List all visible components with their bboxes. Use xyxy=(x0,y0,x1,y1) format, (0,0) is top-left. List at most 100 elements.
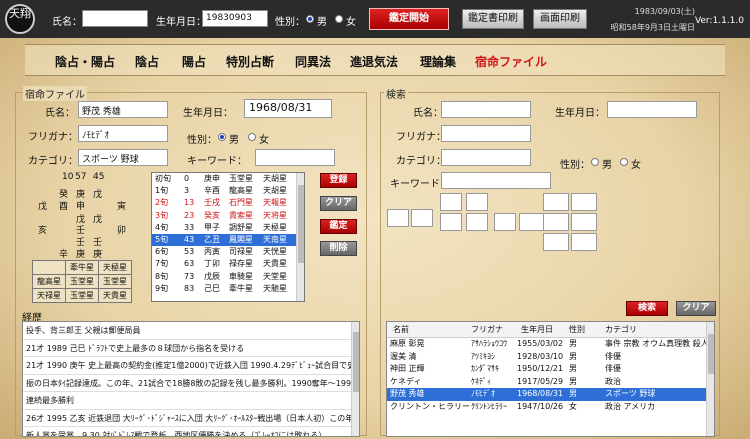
search-star-box[interactable] xyxy=(571,193,597,211)
luck-period: 2旬 xyxy=(155,198,169,208)
col-header-sex[interactable]: 性別 xyxy=(569,322,585,337)
sex-female-radio[interactable] xyxy=(335,15,343,23)
search-clear-button[interactable]: クリア xyxy=(676,301,716,316)
menu-item-shintai[interactable]: 進退気法 xyxy=(350,53,398,70)
luck-row[interactable]: 1旬 3 辛酉 龍高星 天胡星 xyxy=(152,185,304,197)
col-header-name[interactable]: 名前 xyxy=(393,322,409,337)
search-sex-female-label: 女 xyxy=(631,160,641,171)
search-name-input[interactable] xyxy=(441,101,531,118)
menu-item-fate-file[interactable]: 宿命ファイル xyxy=(475,53,547,70)
star-table-row: 天禄星 玉堂星 天貴星 xyxy=(32,288,132,303)
menu-item-theory[interactable]: 理論集 xyxy=(420,53,456,70)
search-sex-male-radio[interactable] xyxy=(591,158,599,166)
result-row[interactable]: 神田 正輝 ｶﾝﾀﾞﾏｻｷ 1950/12/21 男 俳優 xyxy=(387,363,714,376)
luck-scrollbar[interactable] xyxy=(296,173,304,301)
search-star-box[interactable] xyxy=(543,213,569,231)
file-sex-male-radio[interactable] xyxy=(218,133,226,141)
search-furigana-input[interactable] xyxy=(441,125,531,142)
luck-row[interactable]: 2旬 13 壬戌 石門星 天報星 xyxy=(152,197,304,209)
delete-button[interactable]: 削除 xyxy=(320,241,357,256)
search-pillar-box[interactable] xyxy=(440,213,462,231)
file-name-input[interactable]: 野茂 秀雄 xyxy=(78,101,168,118)
search-pillar-box[interactable] xyxy=(466,213,488,231)
file-category-input[interactable]: スポーツ 野球 xyxy=(78,149,168,166)
results-scrollbar[interactable] xyxy=(706,322,714,436)
luck-row[interactable]: 9旬 83 己巳 牽牛星 天馳星 xyxy=(152,283,304,295)
search-birth-input[interactable] xyxy=(607,101,697,118)
file-sex-female-radio[interactable] xyxy=(248,133,256,141)
luck-star2: 天恍星 xyxy=(263,247,287,257)
result-birth: 1917/05/29 xyxy=(517,376,564,386)
luck-row[interactable]: 初旬 0 庚申 玉堂星 天胡星 xyxy=(152,173,304,185)
name-input[interactable] xyxy=(82,10,148,27)
search-pillar-box[interactable] xyxy=(440,193,462,211)
search-star-box[interactable] xyxy=(571,233,597,251)
search-pillar-box[interactable] xyxy=(411,209,433,227)
file-furigana-label: フリガナ： xyxy=(28,132,78,143)
luck-row-selected[interactable]: 5旬 43 乙丑 鳳閣星 天南星 xyxy=(152,233,304,247)
search-pillar-box[interactable] xyxy=(466,193,488,211)
luck-row[interactable]: 4旬 33 甲子 調舒星 天極星 xyxy=(152,222,304,234)
search-keyword-input[interactable] xyxy=(441,172,551,189)
star-table-row: 牽牛星 天極星 xyxy=(32,260,132,275)
sex-male-radio[interactable] xyxy=(306,15,314,23)
biography-memo[interactable]: 投手、背三郎王 父親は郵便局員 21才 1989 己巳 ﾄﾞﾗﾌﾄで史上最多の８… xyxy=(22,321,360,437)
memo-scrollbar-thumb[interactable] xyxy=(353,332,359,392)
result-row[interactable]: クリントン・ヒラリー ｸﾘﾝﾄﾝﾋﾗﾘｰ 1947/10/26 女 政治 アメリカ xyxy=(387,401,714,414)
search-star-box[interactable] xyxy=(571,213,597,231)
search-star-box[interactable] xyxy=(543,193,569,211)
file-birth-input[interactable]: 1968/08/31 xyxy=(244,99,332,118)
memo-line: 26才 1995 乙亥 近鉄退団 大ﾘｰｸﾞ･ﾄﾞｼﾞｬｰｽに入団 大ﾘｰｸﾞ･… xyxy=(23,410,359,427)
luck-kan: 庚申 xyxy=(204,174,220,183)
pillar-extra-3: 卯 xyxy=(117,226,127,236)
luck-scrollbar-thumb[interactable] xyxy=(298,185,304,263)
print-screen-button[interactable]: 画面印刷 xyxy=(533,9,587,29)
menu-item-insen[interactable]: 陰占 xyxy=(135,53,159,70)
appraise-button[interactable]: 鑑定 xyxy=(320,219,357,234)
file-keyword-input[interactable] xyxy=(255,149,335,166)
luck-row[interactable]: 7旬 63 丁卯 禄存星 天貴星 xyxy=(152,258,304,270)
menu-item-doui[interactable]: 同異法 xyxy=(295,53,331,70)
star-cell: 玉堂星 xyxy=(65,288,99,303)
file-sex-male-label: 男 xyxy=(229,135,239,146)
result-row-selected[interactable]: 野茂 秀雄 ﾉﾓﾋﾃﾞｵ 1968/08/31 男 スポーツ 野球 xyxy=(387,388,714,401)
pillar-num-3: 45 xyxy=(93,172,105,182)
search-star-box[interactable] xyxy=(543,233,569,251)
search-star-box[interactable] xyxy=(519,213,545,231)
print-report-button[interactable]: 鑑定書印刷 xyxy=(462,9,524,29)
register-button[interactable]: 登録 xyxy=(320,173,357,188)
col-header-category[interactable]: カテゴリ xyxy=(605,322,637,337)
file-furigana-input[interactable]: ﾉﾓﾋﾃﾞｵ xyxy=(78,125,168,142)
luck-period: 7旬 xyxy=(155,259,169,269)
start-appraisal-button[interactable]: 鑑定開始 xyxy=(369,8,449,30)
search-pillar-box[interactable] xyxy=(387,209,409,227)
result-row[interactable]: 麻原 彰晃 ｱｻﾊﾗｼｮｳｺｳ 1955/03/02 男 事件 宗教 オウム真理教 殺人 xyxy=(387,338,714,351)
results-scrollbar-thumb[interactable] xyxy=(708,334,714,374)
result-row[interactable]: ケネディ ｹﾈﾃﾞｨ 1917/05/29 男 政治 xyxy=(387,376,714,389)
result-row[interactable]: 渥美 清 ｱﾂﾐｷﾖｼ 1928/03/10 男 俳優 xyxy=(387,351,714,364)
search-pillar-box[interactable] xyxy=(494,213,516,231)
luck-period: 初旬 xyxy=(155,174,171,183)
clear-button[interactable]: クリア xyxy=(320,196,357,211)
app-logo: 天翔 xyxy=(5,4,35,34)
luck-age: 73 xyxy=(184,271,195,281)
luck-kan: 丙寅 xyxy=(204,247,220,257)
luck-row[interactable]: 8旬 73 戊辰 車騎星 天堂星 xyxy=(152,271,304,283)
luck-period-list[interactable]: 初旬 0 庚申 玉堂星 天胡星 1旬 3 辛酉 龍高星 天胡星 2旬 13 壬戌 石門星 天報星 3旬 2… xyxy=(151,172,305,302)
search-results-table[interactable]: 名前 フリガナ 生年月日 性別 カテゴリ 麻原 彰晃 ｱｻﾊﾗｼｮｳｺｳ 1955/… xyxy=(386,321,715,437)
menu-item-special[interactable]: 特別占断 xyxy=(226,53,274,70)
birthdate-input[interactable]: 19830903 xyxy=(202,10,268,27)
star-cell: 龍高星 xyxy=(32,274,66,289)
memo-line: 振の日本ﾀｲ記録達成。この年、21試合で18勝8敗の記録を残し最多勝利。1990… xyxy=(23,375,359,392)
col-header-birth[interactable]: 生年月日 xyxy=(521,322,553,337)
luck-star2: 天堂星 xyxy=(263,271,287,281)
search-sex-female-radio[interactable] xyxy=(620,158,628,166)
luck-row[interactable]: 6旬 53 丙寅 司禄星 天恍星 xyxy=(152,246,304,258)
menu-item-inyou[interactable]: 陰占・陽占 xyxy=(55,53,115,70)
search-button[interactable]: 検索 xyxy=(626,301,668,316)
memo-scrollbar[interactable] xyxy=(351,322,359,436)
menu-item-yousen[interactable]: 陽占 xyxy=(182,53,206,70)
luck-row[interactable]: 3旬 23 癸亥 貴索星 天将星 xyxy=(152,210,304,222)
col-header-kana[interactable]: フリガナ xyxy=(471,322,503,337)
search-category-input[interactable] xyxy=(441,149,531,166)
